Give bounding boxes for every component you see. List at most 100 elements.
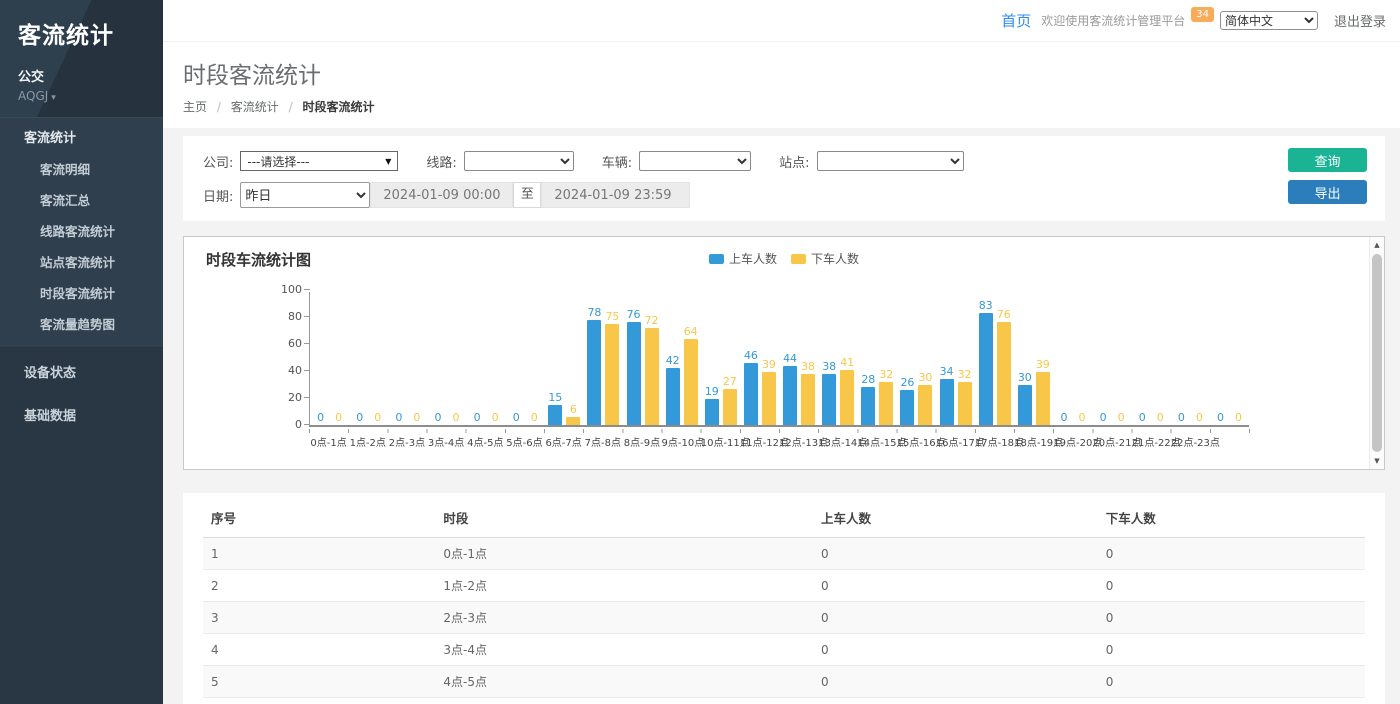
query-button[interactable]: 查询 [1288,148,1367,172]
y-axis-tick [304,289,310,290]
bar [645,328,659,425]
date-end-input[interactable] [541,182,690,208]
date-preset-select[interactable]: 昨日 [240,182,370,208]
breadcrumb-parent[interactable]: 客流统计 [231,100,279,114]
x-axis-label: 7点-8点 [583,434,622,449]
bar-group: 156 [545,292,584,425]
bar-value-label: 0 [1235,411,1242,424]
table-cell: 0 [813,570,1098,602]
bar-value-label: 6 [570,403,577,416]
bar-column: 44 [783,352,798,425]
line-select[interactable] [464,151,574,171]
bar-group: 00 [1093,292,1132,425]
bar-column: 64 [683,325,698,425]
table-cell: 0 [813,538,1098,570]
language-select[interactable]: 简体中文 [1220,11,1318,30]
bar-value-label: 0 [1060,411,1067,424]
sidebar-subitem-1[interactable]: 客流汇总 [0,184,163,215]
scroll-down-icon[interactable]: ▼ [1370,454,1384,468]
legend-item[interactable]: 上车人数 [709,250,777,267]
bar-column: 75 [605,310,620,425]
bar-column: 28 [861,373,876,425]
bar-value-label: 76 [997,308,1011,321]
y-axis-tick [304,397,310,398]
bar-column: 46 [743,349,758,425]
bar-column: 0 [1231,411,1246,425]
chart-title: 时段车流统计图 [206,249,311,270]
table-row: 10点-1点00 [203,538,1365,570]
bar-group: 2630 [897,292,936,425]
legend-item[interactable]: 下车人数 [791,250,859,267]
bar-group: 3039 [1014,292,1053,425]
date-start-input[interactable] [370,182,513,208]
x-axis-label: 11点-12点 [740,434,779,449]
bar-column: 0 [1056,411,1071,425]
bar-value-label: 42 [666,354,680,367]
company-select-value: ---请选择--- [247,153,309,170]
y-axis-tick [304,370,310,371]
scrollbar-thumb[interactable] [1372,254,1382,452]
table-cell: 1点-2点 [435,570,813,602]
table-cell: 0 [1098,666,1365,698]
breadcrumb-separator: / [217,100,221,114]
bar-group: 00 [506,292,545,425]
bar-value-label: 0 [1139,411,1146,424]
breadcrumb-current: 时段客流统计 [302,100,374,114]
chevron-down-icon: ▼ [385,157,391,166]
y-axis-label: 80 [266,310,302,323]
sidebar-item-top-1[interactable]: 基础数据 [0,395,163,434]
bar-group: 00 [1210,292,1249,425]
bar-column: 72 [644,314,659,425]
bar-value-label: 0 [317,411,324,424]
chart-scrollbar[interactable]: ▲ ▼ [1369,237,1384,469]
home-link[interactable]: 首页 [1001,10,1031,31]
sidebar-subitem-3[interactable]: 站点客流统计 [0,246,163,277]
chart-plot-area: 0204060801000000000000001567875767242641… [309,292,1249,427]
x-axis-label: 5点-6点 [505,434,544,449]
bar-column: 39 [761,358,776,425]
bar-value-label: 32 [958,368,972,381]
sidebar-section-passenger-stats: 客流统计 客流明细客流汇总线路客流统计站点客流统计时段客流统计客流量趋势图 [0,117,163,348]
y-axis-label: 40 [266,364,302,377]
bar-group: 00 [427,292,466,425]
sidebar-item-passenger-stats[interactable]: 客流统计 [0,118,163,153]
scroll-up-icon[interactable]: ▲ [1370,238,1384,252]
passenger-flow-table: 序号时段上车人数下车人数 10点-1点0021点-2点0032点-3点0043点… [203,495,1365,704]
bar-group: 4438 [780,292,819,425]
sidebar-nav: 客流统计 客流明细客流汇总线路客流统计站点客流统计时段客流统计客流量趋势图 设备… [0,117,163,434]
vehicle-select[interactable] [639,151,751,171]
company-select[interactable]: ---请选择--- ▼ [240,151,398,171]
notification-badge: 34 [1191,7,1214,22]
export-button[interactable]: 导出 [1288,180,1367,204]
sidebar-subitem-4[interactable]: 时段客流统计 [0,277,163,308]
main-area: 首页 欢迎使用客流统计管理平台 34 简体中文 退出登录 时段客流统计 主页 /… [163,0,1400,704]
bar-value-label: 0 [356,411,363,424]
bar [1036,372,1050,425]
bar-column: 0 [448,411,463,425]
bar [684,339,698,425]
bar [627,322,641,425]
table-cell: 0 [813,698,1098,704]
sidebar-subitem-0[interactable]: 客流明细 [0,153,163,184]
bar-column: 30 [918,371,933,426]
bar [900,390,914,425]
logout-link[interactable]: 退出登录 [1334,11,1386,30]
table-cell: 0 [1098,602,1365,634]
bar [605,324,619,425]
filter-panel: 公司: ---请选择--- ▼ 线路: 车辆: 站点: 日期: 昨日 [183,136,1385,221]
bar [548,405,562,425]
sidebar-subitem-5[interactable]: 客流量趋势图 [0,308,163,339]
sidebar-subitem-2[interactable]: 线路客流统计 [0,215,163,246]
station-select[interactable] [817,151,964,171]
breadcrumb-home[interactable]: 主页 [183,100,207,114]
bar [879,382,893,425]
profile-user-dropdown[interactable]: AQGJ▾ [18,89,145,103]
y-axis-label: 60 [266,337,302,350]
y-axis-tick [304,343,310,344]
bar-column: 0 [1135,411,1150,425]
x-axis-labels: 0点-1点1点-2点2点-3点3点-4点4点-5点5点-6点6点-7点7点-8点… [309,434,1249,449]
bar-value-label: 30 [1018,371,1032,384]
sidebar-item-top-0[interactable]: 设备状态 [0,352,163,391]
bar [744,363,758,425]
bar-column: 0 [470,411,485,425]
